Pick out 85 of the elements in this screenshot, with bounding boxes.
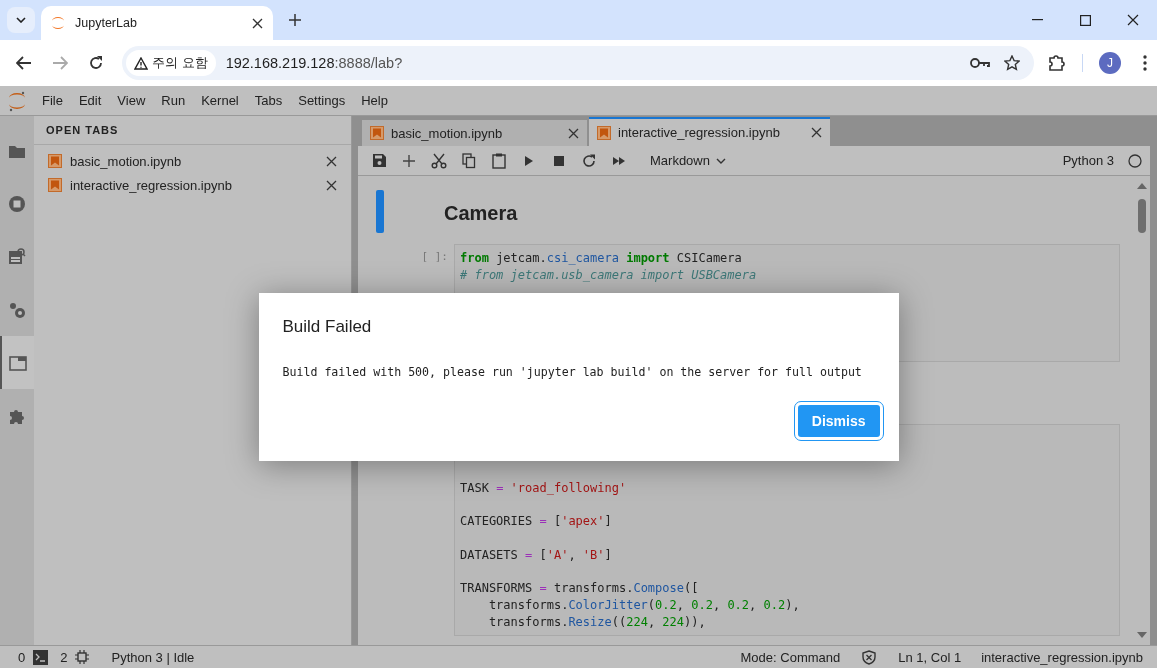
sidebar-tab[interactable]: [0, 336, 34, 389]
close-tab-icon[interactable]: [252, 17, 263, 29]
notebook-tab[interactable]: interactive_regression.ipynb: [589, 117, 830, 146]
jupyter-logo-icon: [51, 16, 65, 30]
chevron-down-icon: [715, 157, 726, 164]
cell-type-dropdown[interactable]: Markdown: [644, 152, 732, 169]
panel-title: OPEN TABS: [34, 116, 351, 145]
terminal-icon[interactable]: [33, 649, 49, 665]
arrow-right-icon: [52, 56, 68, 70]
notebook-icon: [370, 126, 384, 140]
key-icon[interactable]: [970, 57, 990, 69]
dialog-title: Build Failed: [282, 317, 373, 337]
chevron-down-icon: [16, 17, 26, 23]
shield-icon[interactable]: [862, 649, 877, 665]
kernel-name[interactable]: Python 3: [1062, 153, 1114, 168]
plus-icon: [289, 14, 301, 26]
close-icon[interactable]: [326, 155, 337, 167]
menu-item[interactable]: File: [34, 93, 71, 108]
url-text: 192.168.219.128:8888/lab?: [225, 55, 404, 71]
chip-icon[interactable]: [75, 650, 90, 664]
browser-tab[interactable]: JupyterLab: [41, 6, 273, 40]
close-icon[interactable]: [811, 127, 822, 138]
open-tab-item[interactable]: interactive_regression.ipynb: [70, 177, 318, 193]
notebook-icon: [48, 178, 62, 192]
cursor-position[interactable]: Ln 1, Col 1: [898, 649, 962, 665]
file-name: interactive_regression.ipynb: [981, 649, 1143, 665]
code-line: CATEGORIES = ['apex']: [460, 514, 612, 529]
security-chip[interactable]: 주의 요함: [126, 50, 216, 76]
maximize-icon: [1079, 14, 1091, 26]
scroll-up-icon[interactable]: [1136, 182, 1147, 189]
address-bar[interactable]: 주의 요함 192.168.219.128:8888/lab?: [122, 46, 1034, 80]
code-line: transforms.Resize((224, 224)),: [487, 614, 706, 629]
extensions-icon[interactable]: [1048, 54, 1066, 72]
tab-title: JupyterLab: [75, 16, 138, 30]
stop-icon: [554, 155, 564, 166]
code-line: TRANSFORMS = transforms.Compose([: [460, 581, 699, 596]
notebook-tab[interactable]: basic_motion.ipynb: [362, 120, 587, 146]
copy-icon: [462, 152, 476, 169]
stop-icon: [7, 193, 27, 214]
notebook-icon: [48, 154, 62, 168]
cell-prompt: [ ]:: [421, 250, 448, 263]
menu-item[interactable]: Edit: [70, 93, 110, 108]
plus-icon: [403, 154, 415, 167]
code-line: TASK = 'road_following': [460, 481, 627, 495]
kernel-status[interactable]: Python 3 | Idle: [111, 649, 195, 665]
close-icon[interactable]: [326, 179, 337, 191]
scissors-icon: [431, 152, 447, 169]
open-tab-item[interactable]: basic_motion.ipynb: [70, 153, 318, 169]
code-line: # from jetcam.usb_camera import USBCamera: [460, 267, 757, 282]
menu-item[interactable]: View: [109, 93, 154, 108]
menu-item[interactable]: Help: [353, 93, 396, 108]
notebook-icon: [597, 125, 611, 140]
markdown-heading: Camera: [443, 201, 518, 226]
clipboard-icon: [492, 152, 506, 169]
tab-list-button[interactable]: [7, 7, 35, 33]
menu-item[interactable]: Tabs: [246, 93, 291, 108]
code-line: DATASETS = ['A', 'B']: [460, 547, 612, 562]
menu-item[interactable]: Run: [153, 93, 194, 108]
restart-icon: [582, 153, 596, 168]
mode-indicator: Mode: Command: [740, 649, 841, 665]
scrollbar-thumb[interactable]: [1137, 199, 1146, 233]
inspector-icon: [7, 246, 27, 267]
menu-icon[interactable]: [1143, 55, 1147, 71]
reload-icon: [88, 55, 104, 71]
security-label: 주의 요함: [152, 54, 208, 72]
kernel-status-icon: [1128, 153, 1142, 168]
kernel-count: 2: [60, 649, 68, 665]
menu-item[interactable]: Kernel: [193, 93, 247, 108]
jupyter-logo-icon: [8, 89, 26, 112]
play-icon: [524, 154, 534, 167]
close-icon[interactable]: [568, 127, 579, 139]
close-icon: [1127, 14, 1139, 26]
code-line: transforms.ColorJitter(0.2, 0.2, 0.2, 0.2),: [487, 597, 800, 612]
profile-avatar[interactable]: J: [1099, 52, 1121, 74]
dialog-message: Build failed with 500, please run 'jupyter lab build' on the server for full output: [282, 365, 863, 379]
scroll-down-icon[interactable]: [1136, 632, 1147, 639]
code-line: from jetcam.csi_camera import CSICamera: [460, 251, 742, 265]
star-icon[interactable]: [1004, 55, 1020, 71]
minimize-icon: [1031, 19, 1043, 21]
menu-item[interactable]: Settings: [290, 93, 354, 108]
arrow-left-icon: [16, 56, 32, 70]
terminal-count: 0: [18, 649, 26, 665]
warning-icon: [134, 56, 148, 70]
fast-forward-icon: [612, 155, 626, 166]
save-icon: [372, 154, 386, 167]
